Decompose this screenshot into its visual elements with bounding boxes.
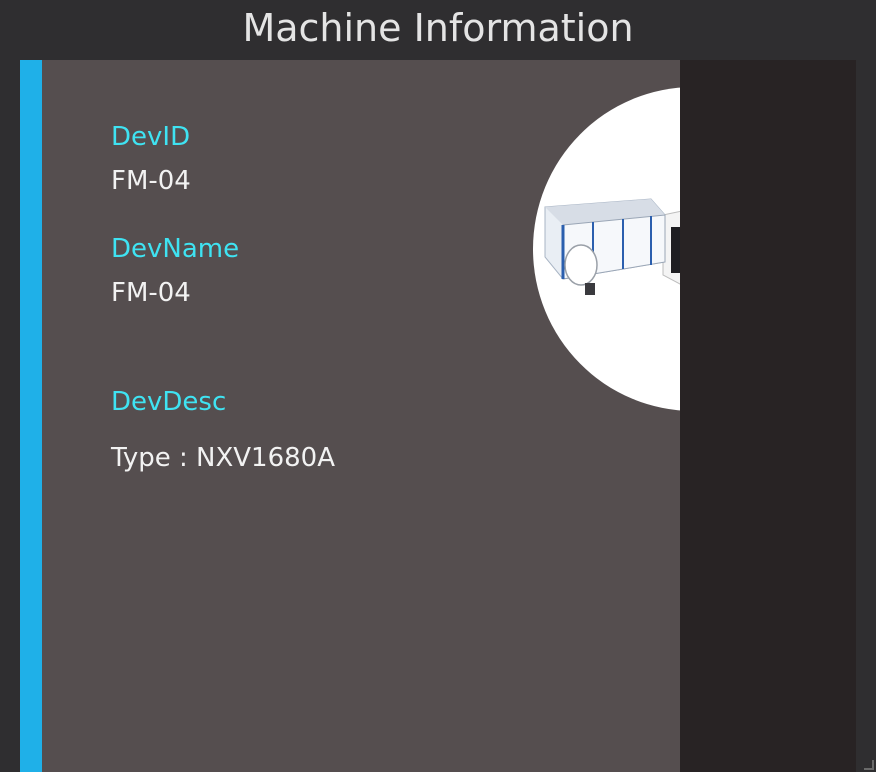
dev-id-label: DevID (111, 122, 191, 152)
dev-desc-label: DevDesc (111, 387, 227, 417)
dev-desc-value: Type : NXV1680A (111, 443, 336, 473)
dev-id-value: FM-04 (111, 166, 191, 196)
machine-details-area: DevID FM-04 DevName FM-04 DevDesc Type :… (42, 60, 854, 772)
machine-info-panel: DevID FM-04 DevName FM-04 DevDesc Type :… (20, 60, 856, 772)
dev-name-label: DevName (111, 234, 240, 264)
resize-grip-icon[interactable] (864, 760, 874, 770)
machine-info-window: Machine Information DevID FM-04 DevName … (0, 0, 876, 772)
side-panel (680, 60, 856, 772)
dev-name-value: FM-04 (111, 278, 191, 308)
page-title: Machine Information (242, 6, 634, 50)
accent-bar (20, 60, 42, 772)
